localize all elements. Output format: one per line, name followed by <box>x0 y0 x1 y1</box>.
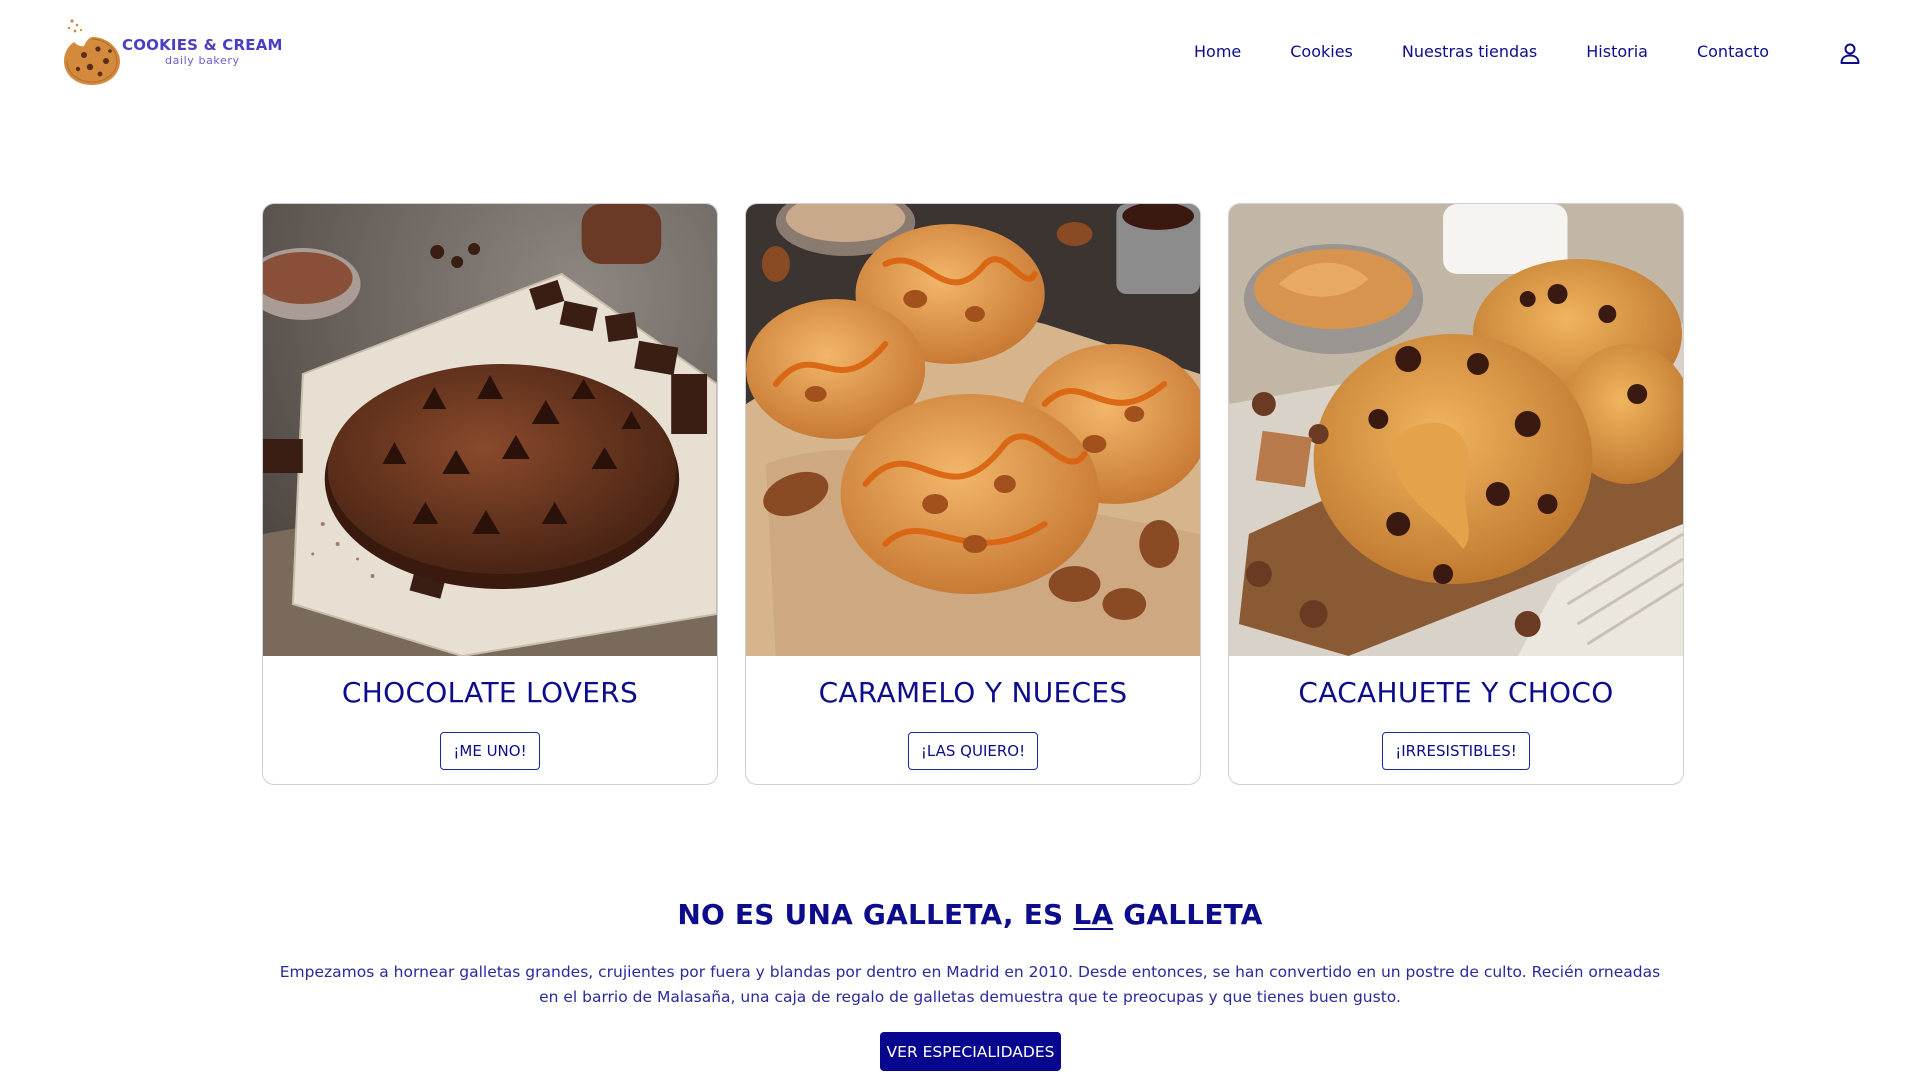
me-uno-button[interactable]: ¡ME UNO! <box>440 732 540 770</box>
about-description: Empezamos a hornear galletas grandes, cr… <box>279 963 1661 1006</box>
product-card-chocolate-lovers: CHOCOLATE LOVERS ¡ME UNO! <box>262 203 718 785</box>
product-card-caramelo-y-nueces: CARAMELO Y NUECES ¡LAS QUIERO! <box>745 203 1201 785</box>
about-title-emphasis: LA <box>1073 898 1114 931</box>
nav-contacto[interactable]: Contacto <box>1697 40 1769 64</box>
cookie-logo-icon <box>64 19 120 85</box>
card-title: CACAHUETE Y CHOCO <box>1298 676 1614 709</box>
brand-name: COOKIES & CREAM <box>122 35 283 54</box>
card-title: CHOCOLATE LOVERS <box>341 676 639 709</box>
nav-nuestras-tiendas[interactable]: Nuestras tiendas <box>1402 40 1537 64</box>
ver-especialidades-button[interactable]: VER ESPECIALIDADES <box>880 1032 1061 1071</box>
product-card-cacahuete-y-choco: CACAHUETE Y CHOCO ¡IRRESISTIBLES! <box>1228 203 1684 785</box>
card-title: CARAMELO Y NUECES <box>818 676 1128 709</box>
chocolate-cookie-image <box>263 204 717 656</box>
main-nav: Home Cookies Nuestras tiendas Historia C… <box>1194 40 1769 64</box>
brand-tagline: daily bakery <box>165 53 240 67</box>
caramel-nut-cookie-image <box>746 204 1200 656</box>
user-icon[interactable] <box>1838 41 1862 65</box>
irresistibles-button[interactable]: ¡IRRESISTIBLES! <box>1382 732 1530 770</box>
about-title-part2: GALLETA <box>1113 898 1263 931</box>
las-quiero-button[interactable]: ¡LAS QUIERO! <box>907 732 1039 770</box>
about-title-part1: NO ES UNA GALLETA, ES <box>677 898 1074 931</box>
nav-cookies[interactable]: Cookies <box>1290 40 1353 64</box>
nav-historia[interactable]: Historia <box>1586 40 1648 64</box>
peanut-choco-cookie-image <box>1229 204 1683 656</box>
brand-logo[interactable]: COOKIES & CREAM daily bakery <box>64 16 282 86</box>
about-title: NO ES UNA GALLETA, ES LA GALLETA <box>0 898 1906 931</box>
nav-home[interactable]: Home <box>1194 40 1241 64</box>
site-header: COOKIES & CREAM daily bakery Home Cookie… <box>0 0 1906 105</box>
